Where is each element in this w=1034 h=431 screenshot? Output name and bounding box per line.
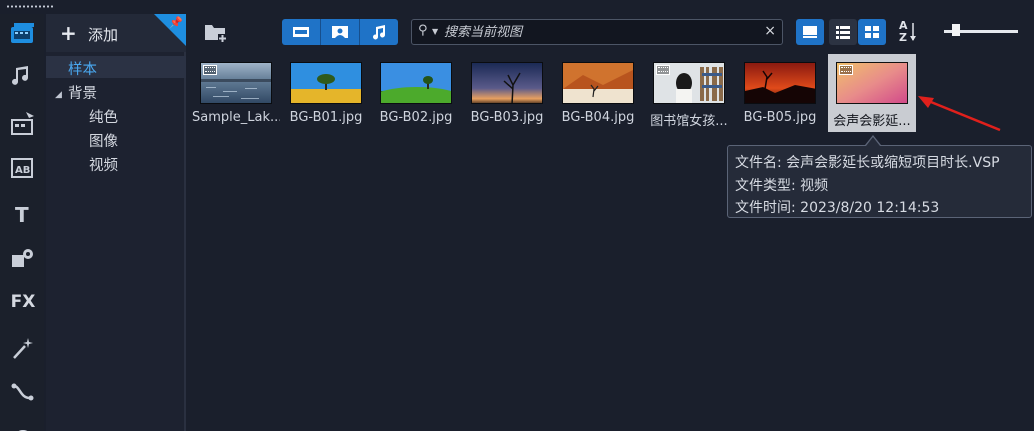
more-icon[interactable]	[6, 418, 40, 431]
import-folder-button[interactable]	[203, 20, 229, 44]
video-filter-icon	[293, 27, 309, 37]
add-label: 添加	[88, 26, 119, 44]
annotation-arrow-icon	[918, 96, 1001, 132]
thumbnail	[290, 62, 362, 104]
list-view-icon	[836, 26, 850, 39]
fx-label: FX	[10, 292, 36, 312]
media-icon[interactable]	[6, 18, 40, 50]
tooltip-file-type: 文件类型: 视频	[735, 178, 829, 194]
video-filter-button[interactable]	[282, 19, 321, 45]
add-folder-button[interactable]: + 添加 📌	[46, 14, 186, 52]
instant-project-icon[interactable]	[6, 108, 40, 140]
decoration-icon[interactable]	[6, 242, 40, 274]
thumbnail	[836, 62, 908, 104]
library-item[interactable]: BG-B05.jpg	[736, 54, 824, 132]
thumbnail	[471, 62, 543, 104]
tree-item-video[interactable]: 视频	[89, 154, 118, 175]
video-badge-icon	[656, 65, 670, 75]
expand-arrow-icon[interactable]: ◢	[55, 90, 62, 100]
sort-label-bottom: Z	[899, 31, 907, 44]
file-info-tooltip: 文件名: 会声会影延长或缩短项目时长.VSP 文件类型: 视频 文件时间: 20…	[727, 145, 1032, 218]
grid-view-icon	[865, 26, 879, 38]
search-dropdown-icon[interactable]: ▼	[432, 27, 438, 36]
item-label: BG-B05.jpg	[743, 110, 817, 125]
audio-filter-button[interactable]	[360, 19, 398, 45]
item-label: BG-B02.jpg	[379, 110, 453, 125]
thumbnail-view-icon	[803, 26, 817, 38]
media-filter-group	[282, 19, 398, 45]
sort-arrow-icon	[910, 23, 916, 41]
library-item[interactable]: BG-B03.jpg	[463, 54, 551, 132]
tooltip-file-time: 文件时间: 2023/8/20 12:14:53	[735, 200, 940, 216]
video-badge-icon	[203, 65, 217, 75]
thumbnail-view-button[interactable]	[796, 19, 824, 45]
sort-button[interactable]: A Z	[897, 20, 919, 44]
item-label: BG-B03.jpg	[470, 110, 544, 125]
thumbnail	[653, 62, 725, 104]
panel-grip[interactable]	[6, 5, 54, 8]
library-item[interactable]: BG-B01.jpg	[282, 54, 370, 132]
svg-text:AB: AB	[15, 165, 30, 176]
library-item[interactable]: Sample_Lak...	[192, 54, 280, 132]
photo-filter-button[interactable]	[321, 19, 360, 45]
thumbnail	[562, 62, 634, 104]
svg-text:T: T	[15, 203, 29, 226]
magic-wand-icon[interactable]	[6, 332, 40, 364]
item-label: BG-B04.jpg	[561, 110, 635, 125]
tree-item-image[interactable]: 图像	[89, 130, 118, 151]
library-item-selected[interactable]: 会声会影延...	[828, 54, 916, 132]
thumbnail	[200, 62, 272, 104]
list-view-button[interactable]	[829, 19, 857, 45]
library-tree-panel: + 添加 📌 样本 ◢ 背景 纯色 图像 视频	[46, 14, 186, 431]
thumbnail	[380, 62, 452, 104]
grid-view-button[interactable]	[858, 19, 886, 45]
sort-label-top: A	[899, 19, 908, 32]
tree-item-background[interactable]: 背景	[68, 82, 97, 103]
item-label: 图书馆女孩...	[650, 114, 728, 129]
plus-icon: +	[60, 21, 77, 45]
item-label: BG-B01.jpg	[289, 110, 363, 125]
photo-filter-icon	[332, 26, 348, 38]
tree-item-sample[interactable]: 样本	[68, 58, 97, 79]
fx-icon[interactable]: FX	[6, 286, 40, 318]
tree-item-solid-color[interactable]: 纯色	[89, 106, 118, 127]
item-label: Sample_Lak...	[192, 110, 280, 125]
title-icon[interactable]: T	[6, 198, 40, 230]
audio-filter-icon	[373, 25, 385, 40]
search-input[interactable]	[444, 22, 764, 42]
thumbnail	[744, 62, 816, 104]
pin-icon[interactable]: 📌	[169, 16, 183, 29]
transition-icon[interactable]: AB	[6, 152, 40, 184]
video-badge-icon	[839, 65, 853, 75]
search-icon[interactable]: ⚲	[418, 23, 428, 38]
path-icon[interactable]	[6, 376, 40, 408]
library-item[interactable]: BG-B02.jpg	[372, 54, 460, 132]
tree-selection-highlight	[46, 56, 186, 78]
zoom-slider-thumb[interactable]	[952, 24, 960, 36]
folder-add-icon	[205, 25, 227, 43]
audio-icon[interactable]	[6, 62, 40, 94]
search-box[interactable]: ⚲ ▼ ×	[411, 19, 783, 45]
library-icon-bar: AB T FX	[0, 14, 44, 431]
library-item[interactable]: BG-B04.jpg	[554, 54, 642, 132]
library-item[interactable]: 图书馆女孩...	[645, 54, 733, 132]
item-label: 会声会影延...	[833, 114, 911, 129]
tooltip-pointer-inner	[866, 137, 880, 146]
clear-search-icon[interactable]: ×	[764, 23, 776, 39]
tooltip-file-name: 文件名: 会声会影延长或缩短项目时长.VSP	[735, 155, 1000, 171]
